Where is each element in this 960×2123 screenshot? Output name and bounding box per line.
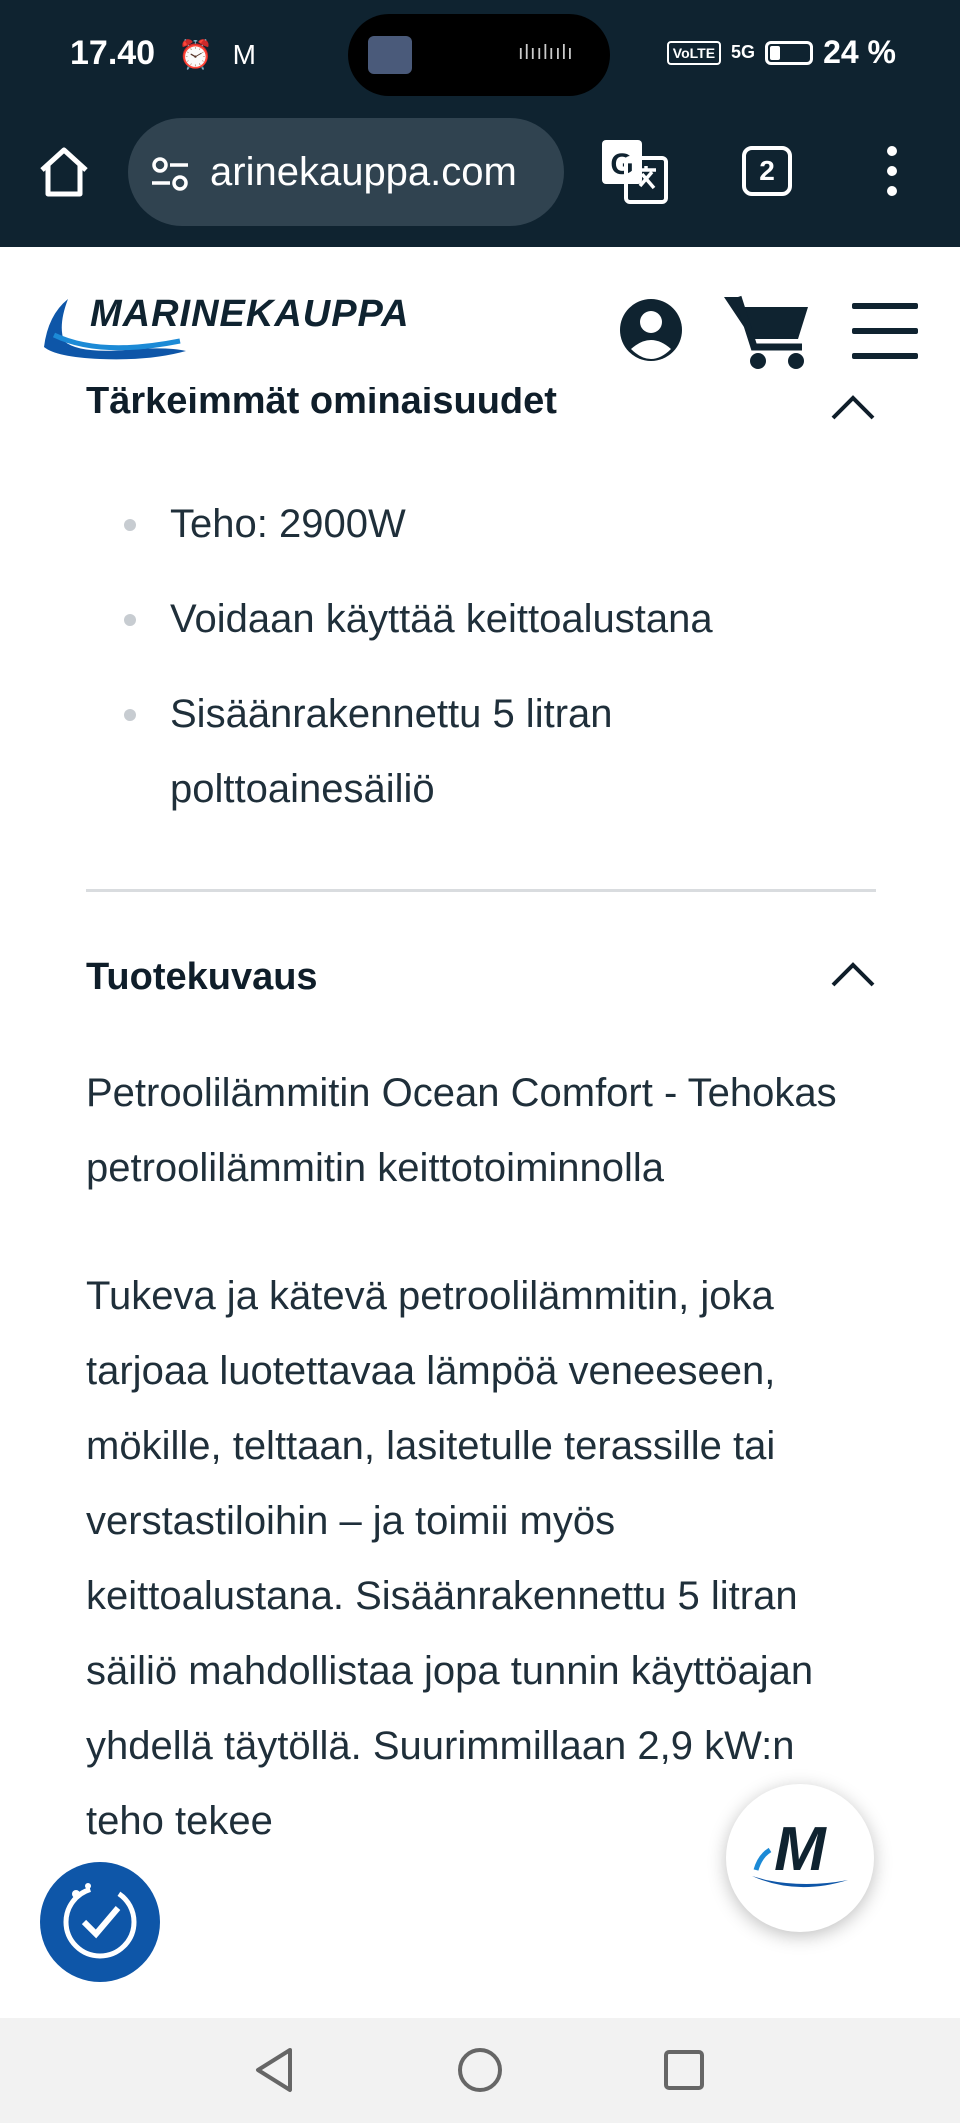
site-logo[interactable]: MARINEKAUPPA xyxy=(40,293,460,375)
address-bar[interactable]: arinekauppa.com xyxy=(128,118,564,226)
home-icon[interactable] xyxy=(34,142,94,202)
media-thumbnail-icon xyxy=(368,36,412,74)
dynamic-island: ılıılıılı xyxy=(348,14,610,96)
browser-menu-icon[interactable] xyxy=(880,146,904,204)
accessibility-button[interactable] xyxy=(40,1862,160,1982)
marinekauppa-m-icon: M xyxy=(752,1815,848,1888)
status-notification-icons: ⏰ M xyxy=(178,39,262,70)
description-body: Tukeva ja kätevä petroolilämmitin, joka … xyxy=(86,1274,814,1843)
section-divider xyxy=(86,889,876,892)
product-details: Tärkeimmät ominaisuudet Teho: 2900W Void… xyxy=(86,380,876,1859)
description-heading: Petroolilämmitin Ocean Comfort - Tehokas… xyxy=(86,1071,837,1190)
browser-toolbar: arinekauppa.com G 2 xyxy=(0,110,960,247)
status-right-icons: VoLTE 5G 24 % xyxy=(666,34,896,71)
site-menu-icon[interactable] xyxy=(852,303,918,359)
recents-icon[interactable] xyxy=(656,2042,712,2098)
site-settings-icon[interactable] xyxy=(150,156,190,192)
status-time: 17.40 xyxy=(70,34,156,72)
url-text: arinekauppa.com xyxy=(210,150,517,194)
home-nav-icon[interactable] xyxy=(452,2042,508,2098)
brand-name: MARINEKAUPPA xyxy=(90,293,410,335)
site-header: MARINEKAUPPA xyxy=(0,247,960,387)
svg-text:M: M xyxy=(774,1815,827,1884)
battery-percent: 24 % xyxy=(823,34,896,70)
back-icon[interactable] xyxy=(248,2042,304,2098)
signal-icon: 5G xyxy=(731,42,756,62)
account-icon[interactable] xyxy=(618,297,684,363)
accessibility-check-icon xyxy=(63,1883,137,1959)
list-item: Voidaan käyttää keittoalustana xyxy=(86,582,876,657)
chevron-up-icon[interactable] xyxy=(830,393,876,421)
list-item: Sisäänrakennettu 5 litran polttoainesäil… xyxy=(86,677,876,827)
svg-text:G: G xyxy=(610,148,633,181)
system-navigation-bar xyxy=(0,2018,960,2123)
volte-icon: VoLTE xyxy=(666,40,722,65)
list-item: Teho: 2900W xyxy=(86,487,876,562)
features-list: Teho: 2900W Voidaan käyttää keittoalusta… xyxy=(86,487,876,827)
status-bar: 17.40 ⏰ M ılıılıılı VoLTE 5G 24 % xyxy=(0,0,960,110)
description-title: Tuotekuvaus xyxy=(86,956,318,998)
chat-launcher-button[interactable]: M xyxy=(726,1784,874,1932)
description-section-header[interactable]: Tuotekuvaus xyxy=(86,956,876,1036)
audio-wave-icon: ılıılıılı xyxy=(518,42,574,64)
battery-icon xyxy=(765,40,814,65)
cart-icon[interactable] xyxy=(722,291,812,371)
tab-switcher-button[interactable]: 2 xyxy=(742,146,792,196)
translate-icon[interactable]: G xyxy=(598,136,670,208)
chevron-up-icon[interactable] xyxy=(830,960,876,988)
